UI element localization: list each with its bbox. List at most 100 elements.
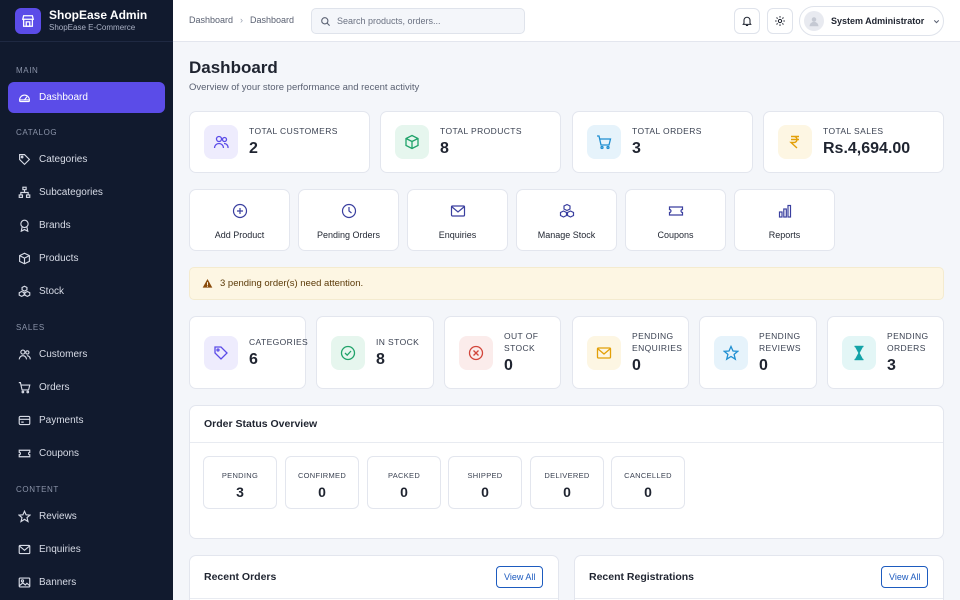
stat-card-products[interactable]: TOTAL PRODUCTS 8 [380,111,561,173]
image-icon [18,577,31,588]
sidebar-item-brands[interactable]: Brands [8,210,165,241]
mini-stat-value: 6 [249,350,258,368]
sidebar-item-label: Payments [39,415,84,426]
store-icon [15,7,41,34]
order-status-packed[interactable]: PACKED 0 [367,456,441,509]
sidebar-item-label: Subcategories [39,187,103,198]
settings-button[interactable] [767,8,793,34]
ticket-icon [668,206,683,216]
avatar [804,11,824,31]
search-icon [321,16,331,26]
star-icon [18,510,31,523]
sidebar-item-dashboard[interactable]: Dashboard [8,82,165,113]
stat-label: TOTAL CUSTOMERS [249,126,338,136]
mini-stat-categories[interactable]: CATEGORIES 6 [189,316,309,389]
sidebar-item-payments[interactable]: Payments [8,405,165,436]
sidebar-item-label: Stock [39,286,65,297]
mini-stat-label: CATEGORIES [249,336,309,347]
check-circle-icon [331,336,365,370]
award-icon [20,219,29,232]
stat-value: 2 [249,140,258,157]
quick-action-label: Enquiries [438,230,477,240]
mini-stat-label: PENDING [759,330,801,341]
mini-stat-out-of-stock[interactable]: OUT OF STOCK 0 [444,316,561,389]
stat-value: 3 [632,140,641,157]
sidebar-item-products[interactable]: Products [8,243,165,274]
plus-circle-icon [232,203,247,219]
stat-card-sales[interactable]: TOTAL SALES Rs.4,694.00 [763,111,944,173]
status-label: SHIPPED [467,471,503,480]
clock-icon [341,203,356,219]
topbar: Dashboard › Dashboard System Administrat… [173,0,960,42]
sidebar-item-orders[interactable]: Orders [8,372,165,403]
order-status-cancelled[interactable]: CANCELLED 0 [611,456,685,509]
mini-stat-in-stock[interactable]: IN STOCK 8 [316,316,434,389]
quick-action-label: Reports [768,230,801,240]
stat-value: 8 [440,140,449,157]
search-box[interactable] [311,8,525,34]
sidebar-item-label: Orders [39,382,70,393]
mini-stat-value: 8 [376,350,385,368]
view-all-orders-button[interactable]: View All [496,566,544,588]
order-status-pending[interactable]: PENDING 3 [203,456,277,509]
order-status-confirmed[interactable]: CONFIRMED 0 [285,456,359,509]
brand-title: ShopEase Admin [49,8,148,22]
sidebar-item-categories[interactable]: Categories [8,144,165,175]
status-label: CONFIRMED [297,471,347,480]
mini-stat-pending-enquiries[interactable]: PENDING ENQUIRIES 0 [572,316,689,389]
recent-orders-panel: Recent Orders View All [189,555,559,600]
quick-action-add-product[interactable]: Add Product [189,189,290,251]
pending-orders-alert: 3 pending order(s) need attention. [189,267,944,300]
x-circle-icon [459,336,493,370]
sidebar-item-banners[interactable]: Banners [8,567,165,598]
breadcrumb-item[interactable]: Dashboard [189,15,233,25]
stat-card-customers[interactable]: TOTAL CUSTOMERS 2 [189,111,370,173]
card-icon [18,415,31,426]
users-icon [204,125,238,159]
order-status-shipped[interactable]: SHIPPED 0 [448,456,522,509]
quick-action-label: Add Product [214,230,265,240]
mini-stat-label: PENDING [887,330,929,341]
ticket-icon [18,449,31,458]
quick-action-pending-orders[interactable]: Pending Orders [298,189,399,251]
mini-stat-pending-orders[interactable]: PENDING ORDERS 3 [827,316,944,389]
warning-icon [202,279,213,288]
sidebar-item-stock[interactable]: Stock [8,276,165,307]
notifications-button[interactable] [734,8,760,34]
bar-chart-icon [778,204,791,218]
search-input[interactable] [337,16,517,26]
quick-action-reports[interactable]: Reports [734,189,835,251]
stat-label: TOTAL ORDERS [632,126,702,136]
panel-title: Order Status Overview [190,406,943,443]
sidebar-item-reviews[interactable]: Reviews [8,501,165,532]
mini-stat-pending-reviews[interactable]: PENDING REVIEWS 0 [699,316,817,389]
stat-label: TOTAL PRODUCTS [440,126,522,136]
section-main: MAIN [16,66,39,75]
cart-icon [18,382,31,394]
quick-action-coupons[interactable]: Coupons [625,189,726,251]
quick-action-manage-stock[interactable]: Manage Stock [516,189,617,251]
sidebar-item-label: Dashboard [39,92,88,103]
sidebar-item-label: Enquiries [39,544,81,555]
gear-icon [775,16,785,26]
mini-stat-label: REVIEWS [759,342,802,353]
quick-action-enquiries[interactable]: Enquiries [407,189,508,251]
view-all-registrations-button[interactable]: View All [881,566,929,588]
rupee-icon [778,125,812,159]
sidebar-item-subcategories[interactable]: Subcategories [8,177,165,208]
order-status-delivered[interactable]: DELIVERED 0 [530,456,604,509]
bell-icon [742,16,752,27]
section-content: CONTENT [16,485,59,494]
sidebar-item-enquiries[interactable]: Enquiries [8,534,165,565]
mail-icon [450,205,465,217]
sidebar-item-coupons[interactable]: Coupons [8,438,165,469]
status-label: DELIVERED [544,471,590,480]
recent-registrations-panel: Recent Registrations View All [574,555,944,600]
stat-value: Rs.4,694.00 [823,140,911,157]
stat-card-orders[interactable]: TOTAL ORDERS 3 [572,111,753,173]
brand[interactable]: ShopEase Admin ShopEase E-Commerce [0,0,173,42]
user-menu[interactable]: System Administrator [799,6,944,36]
sidebar-item-customers[interactable]: Customers [8,339,165,370]
page-title: Dashboard [189,58,278,77]
mail-icon [587,336,621,370]
